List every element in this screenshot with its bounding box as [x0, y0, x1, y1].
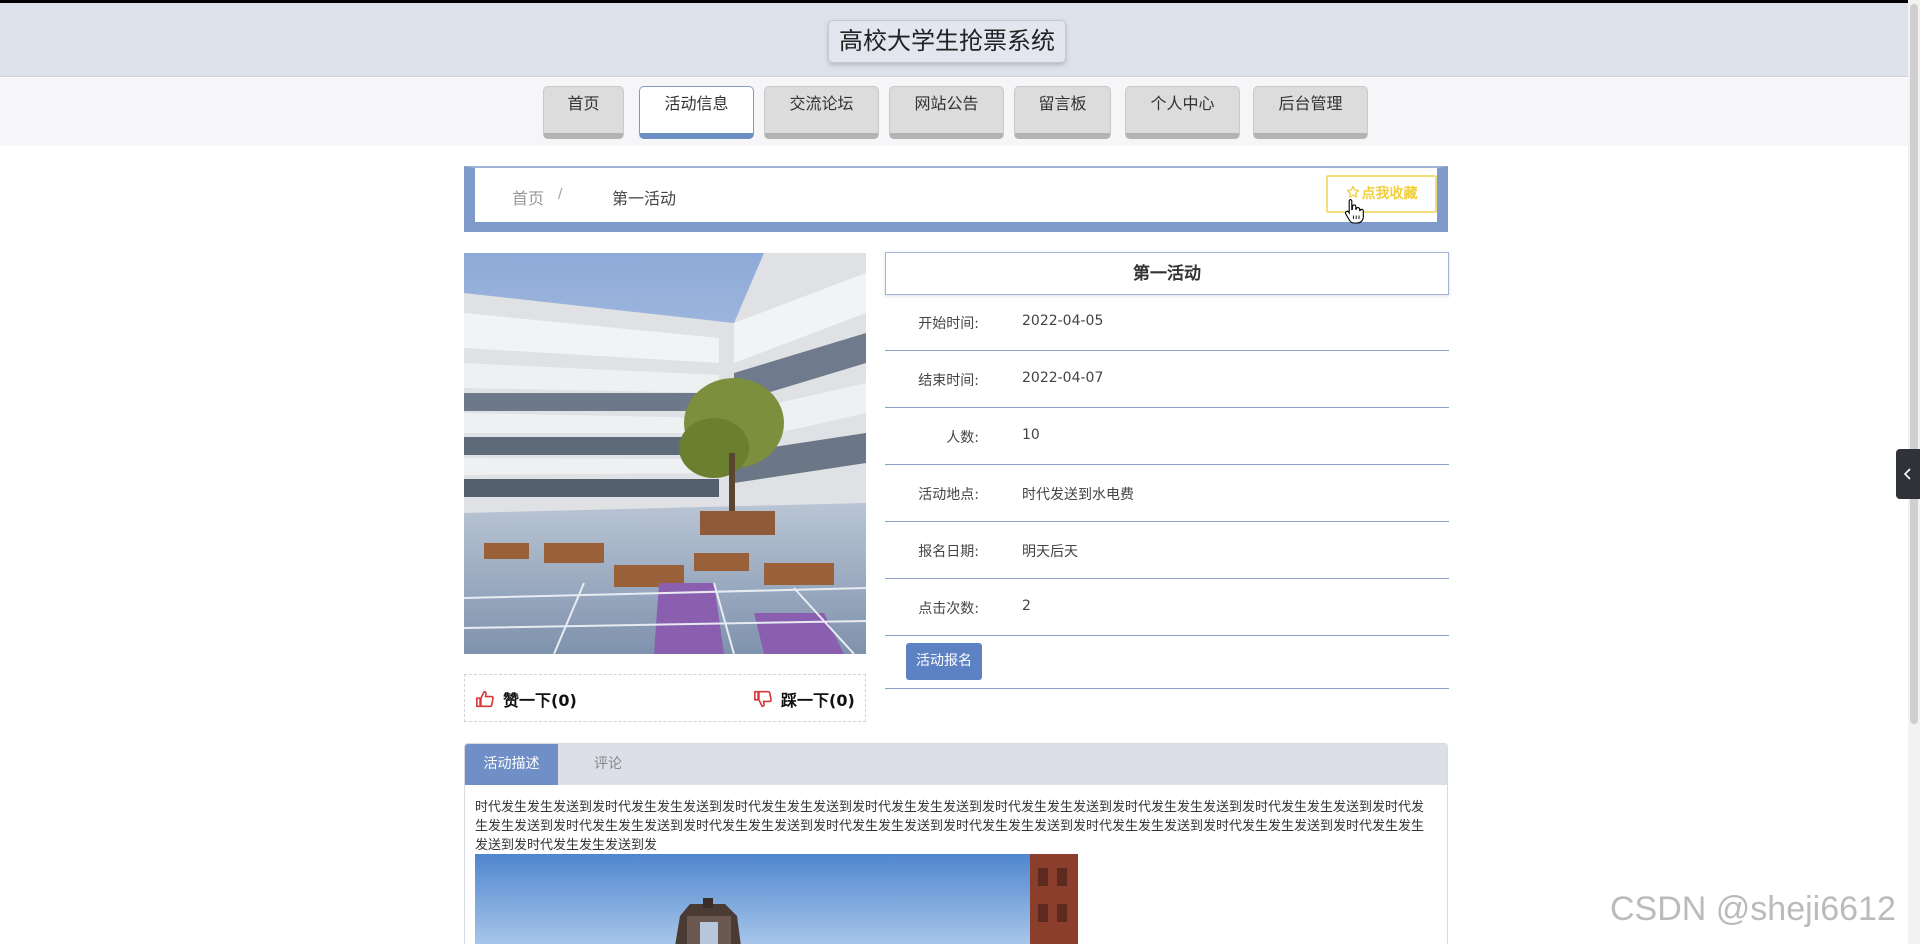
info-label: 人数: [946, 430, 979, 446]
nav-item-admin[interactable]: 后台管理 [1253, 86, 1368, 139]
info-label: 点击次数: [918, 601, 979, 617]
info-value: 10 [1022, 427, 1040, 443]
detail-tabs-panel: 活动描述 评论 时代发生发生发送到发时代发生发生发送到发时代发生发生发送到发时代… [464, 743, 1448, 944]
like-label: 赞一下(0) [503, 691, 577, 710]
tabs-header: 活动描述 评论 [465, 744, 1447, 785]
info-row-end-time: 结束时间: 2022-04-07 [885, 351, 1449, 408]
info-value: 2022-04-07 [1022, 370, 1104, 386]
activity-image [464, 253, 866, 654]
dislike-label: 踩一下(0) [781, 691, 855, 710]
info-label: 报名日期: [918, 544, 979, 560]
breadcrumb-home-link[interactable]: 首页 [512, 185, 544, 209]
nav-item-home[interactable]: 首页 [543, 86, 624, 139]
nav-item-forum[interactable]: 交流论坛 [764, 86, 879, 139]
activity-title: 第一活动 [885, 252, 1449, 295]
site-title: 高校大学生抢票系统 [828, 20, 1066, 63]
main-nav: 首页 活动信息 交流论坛 网站公告 留言板 个人中心 后台管理 [0, 78, 1920, 146]
description-image [475, 854, 1078, 944]
side-panel-toggle[interactable] [1896, 449, 1920, 499]
reactions-box: 赞一下(0) 踩一下(0) [464, 674, 866, 722]
tab-comments[interactable]: 评论 [558, 744, 658, 785]
info-row-start-time: 开始时间: 2022-04-05 [885, 294, 1449, 351]
breadcrumb-current: 第一活动 [612, 189, 677, 208]
info-value: 2022-04-05 [1022, 313, 1104, 329]
page: 高校大学生抢票系统 首页 活动信息 交流论坛 网站公告 留言板 个人中心 后台管… [0, 0, 1920, 944]
dislike-button[interactable]: 踩一下(0) [753, 687, 855, 711]
info-label: 活动地点: [918, 487, 979, 503]
star-outline-icon [1346, 185, 1359, 198]
like-button[interactable]: 赞一下(0) [475, 687, 577, 711]
activity-description: 时代发生发生发送到发时代发生发生发送到发时代发生发生发送到发时代发生发生发送到发… [475, 800, 1425, 853]
info-row-location: 活动地点: 时代发送到水电费 [885, 465, 1449, 522]
watermark: CSDN @sheji6612 [1610, 890, 1896, 928]
scrollbar-thumb[interactable] [1910, 4, 1918, 724]
info-label: 结束时间: [918, 373, 979, 389]
nav-item-message-board[interactable]: 留言板 [1014, 86, 1111, 139]
site-header: 高校大学生抢票系统 [0, 3, 1920, 77]
favorite-button-label: 点我收藏 [1361, 186, 1418, 202]
hand-cursor-icon [1344, 198, 1364, 224]
info-value: 2 [1022, 598, 1031, 614]
favorite-button[interactable]: 点我收藏 [1326, 175, 1437, 213]
breadcrumb: 首页 / 第一活动 点我收藏 [464, 166, 1448, 232]
breadcrumb-separator: / [558, 187, 563, 202]
nav-item-personal-center[interactable]: 个人中心 [1125, 86, 1240, 139]
nav-item-announcements[interactable]: 网站公告 [889, 86, 1004, 139]
chevron-left-icon [1903, 468, 1911, 480]
nav-item-activity-info[interactable]: 活动信息 [639, 86, 754, 139]
tab-description[interactable]: 活动描述 [465, 744, 558, 785]
info-row-headcount: 人数: 10 [885, 408, 1449, 465]
thumbs-down-icon [753, 690, 772, 707]
signup-button[interactable]: 活动报名 [906, 643, 982, 680]
info-value: 明天后天 [1022, 544, 1078, 560]
thumbs-up-icon [476, 690, 494, 707]
info-row-signup-date: 报名日期: 明天后天 [885, 522, 1449, 579]
info-row-click-count: 点击次数: 2 [885, 579, 1449, 636]
info-label: 开始时间: [918, 316, 979, 332]
info-value: 时代发送到水电费 [1022, 487, 1134, 503]
signup-row: 活动报名 [885, 637, 1449, 689]
